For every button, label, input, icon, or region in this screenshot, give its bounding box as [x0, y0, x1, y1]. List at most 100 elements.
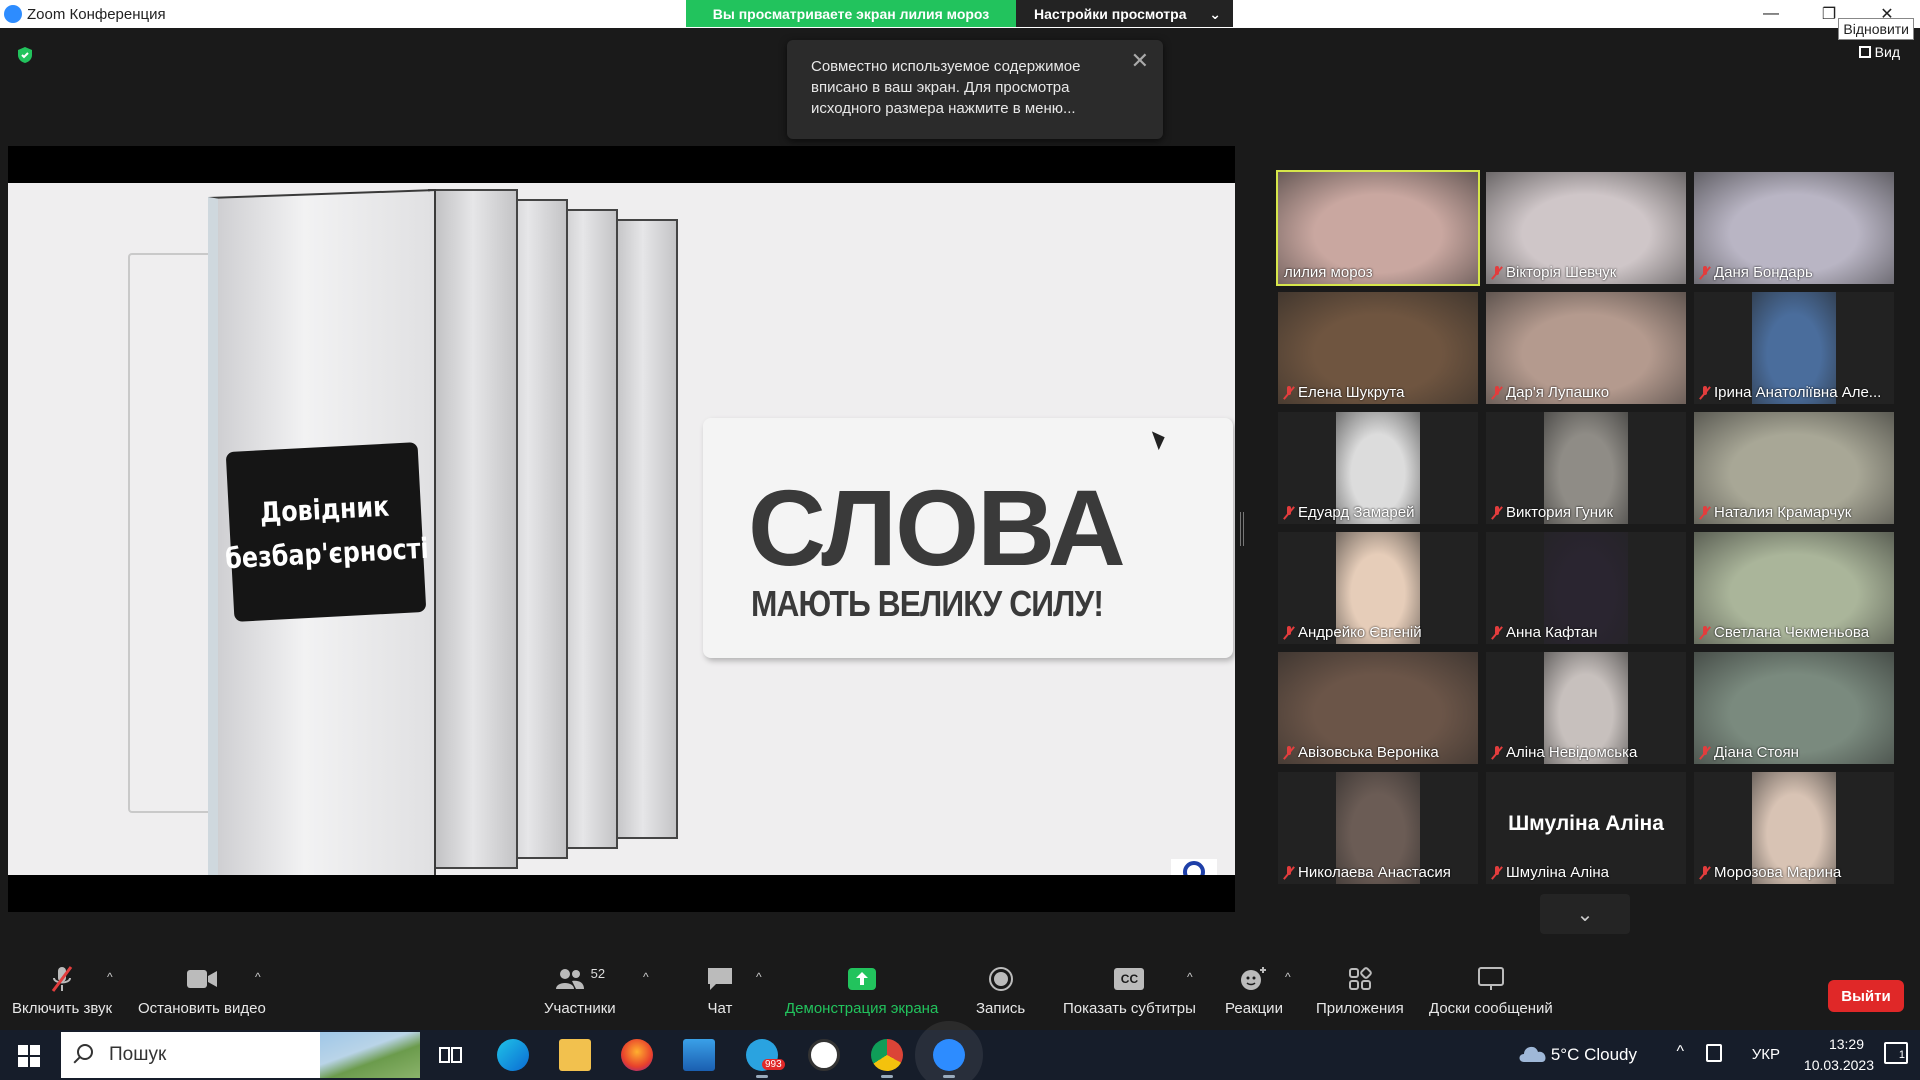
panel-splitter-handle[interactable]: [1240, 512, 1244, 546]
participant-name-text: Даня Бондарь: [1714, 264, 1813, 281]
fit-to-screen-notice: Совместно используемое содержимое вписан…: [787, 40, 1163, 139]
participant-name-text: Елена Шукрута: [1298, 384, 1405, 401]
slide-title: СЛОВА: [748, 467, 1126, 588]
participant-tile[interactable]: Аліна Невідомська: [1486, 652, 1686, 764]
windows-taskbar: Пошук 993 5°C Cloudy ^ УКР 13:29 10.03.2…: [0, 1021, 1920, 1080]
clock-time[interactable]: 13:29: [1829, 1036, 1864, 1052]
participant-tile[interactable]: Вікторія Шевчук: [1486, 172, 1686, 284]
participant-name-text: Анна Кафтан: [1506, 624, 1598, 641]
unmute-button[interactable]: Включить звук: [12, 964, 112, 1017]
view-settings-label: Настройки просмотра: [1034, 6, 1187, 22]
participant-tile[interactable]: Даня Бондарь: [1694, 172, 1894, 284]
chevron-down-icon: ⌄: [1209, 6, 1221, 22]
firefox-icon[interactable]: [621, 1039, 653, 1071]
mic-muted-icon: [1284, 865, 1294, 880]
presentation-slide: Довідник безбар'єрності СЛОВА МАЮТЬ ВЕЛИ…: [8, 183, 1235, 875]
participant-name-text: Вікторія Шевчук: [1506, 264, 1617, 281]
participant-name: Елена Шукрута: [1284, 384, 1404, 401]
task-view-icon[interactable]: [434, 1039, 466, 1071]
participant-tile[interactable]: Едуард Замарей: [1278, 412, 1478, 524]
audio-options-caret[interactable]: ^: [107, 970, 113, 984]
share-screen-button[interactable]: Демонстрация экрана: [785, 964, 938, 1017]
show-hidden-icons-chevron[interactable]: ^: [1676, 1043, 1684, 1061]
participant-tile[interactable]: Шмуліна Аліна Шмуліна Аліна: [1486, 772, 1686, 884]
minimize-button[interactable]: —: [1748, 0, 1794, 28]
participant-tile[interactable]: Елена Шукрута: [1278, 292, 1478, 404]
mic-muted-icon: [1284, 385, 1294, 400]
participant-name: Даня Бондарь: [1700, 264, 1813, 281]
chat-options-caret[interactable]: ^: [756, 970, 762, 984]
window-title: Zoom Конференция: [27, 6, 166, 23]
participant-name: Едуард Замарей: [1284, 504, 1414, 521]
participant-tile[interactable]: Светлана Чекменьова: [1694, 532, 1894, 644]
chat-label: Чат: [707, 1000, 733, 1017]
edge-browser-icon[interactable]: [497, 1039, 529, 1071]
participants-button[interactable]: 52 Участники: [544, 964, 616, 1018]
participants-options-caret[interactable]: ^: [643, 970, 649, 984]
shared-screen[interactable]: Довідник безбар'єрності СЛОВА МАЮТЬ ВЕЛИ…: [8, 146, 1235, 912]
apps-button[interactable]: Приложения: [1316, 964, 1404, 1017]
close-icon[interactable]: ✕: [1131, 50, 1149, 72]
cloud-weather-icon[interactable]: [1516, 1040, 1550, 1064]
share-screen-icon: [846, 964, 878, 994]
participant-name: Шмуліна Аліна: [1492, 864, 1609, 881]
chrome-icon[interactable]: [871, 1039, 903, 1078]
participant-name-text: Аліна Невідомська: [1506, 744, 1638, 761]
mic-muted-icon: [1492, 745, 1502, 760]
video-options-caret[interactable]: ^: [255, 970, 261, 984]
participant-name: Виктория Гуник: [1492, 504, 1613, 521]
participant-name-text: Едуард Замарей: [1298, 504, 1415, 521]
share-banner: Вы просматриваете экран лилия мороз Наст…: [686, 0, 1233, 27]
record-button[interactable]: Запись: [976, 964, 1025, 1017]
participant-tile[interactable]: Діана Стоян: [1694, 652, 1894, 764]
participant-tile[interactable]: Ірина Анатоліївна Але...: [1694, 292, 1894, 404]
gallery-next-page-button[interactable]: ⌄: [1540, 894, 1630, 934]
whiteboard-icon: [1475, 964, 1507, 994]
notifications-icon[interactable]: 1: [1884, 1042, 1908, 1064]
view-button[interactable]: Вид: [1858, 44, 1900, 60]
network-icon[interactable]: [1706, 1044, 1722, 1062]
photos-icon[interactable]: [683, 1039, 715, 1071]
viewing-screen-label: Вы просматриваете экран лилия мороз: [686, 0, 1016, 27]
participant-tile[interactable]: Авізовська Вероніка: [1278, 652, 1478, 764]
participant-tile[interactable]: Дар'я Лупашко: [1486, 292, 1686, 404]
search-icon: [77, 1044, 93, 1060]
view-settings-button[interactable]: Настройки просмотра ⌄: [1016, 0, 1233, 27]
file-explorer-icon[interactable]: [559, 1039, 591, 1071]
taskbar-search-box[interactable]: Пошук: [61, 1032, 420, 1078]
smiley-plus-icon: [1238, 964, 1270, 994]
input-language[interactable]: УКР: [1752, 1046, 1780, 1063]
search-placeholder: Пошук: [109, 1044, 167, 1065]
view-button-label: Вид: [1874, 44, 1900, 60]
reactions-button[interactable]: Реакции: [1225, 964, 1283, 1017]
mic-muted-icon: [1492, 505, 1502, 520]
clock-date[interactable]: 10.03.2023: [1804, 1057, 1874, 1073]
apps-icon: [1344, 964, 1376, 994]
participant-name: Вікторія Шевчук: [1492, 264, 1616, 281]
telegram-icon[interactable]: 993: [746, 1039, 785, 1078]
participant-tile[interactable]: Виктория Гуник: [1486, 412, 1686, 524]
weather-text[interactable]: 5°C Cloudy: [1551, 1045, 1637, 1065]
participant-tile[interactable]: лилия мороз: [1276, 170, 1480, 286]
participant-name-text: Морозова Марина: [1714, 864, 1842, 881]
show-captions-button[interactable]: CC Показать субтитры: [1063, 964, 1196, 1017]
chat-button[interactable]: Чат: [704, 964, 736, 1017]
search-highlight-image: [320, 1032, 420, 1078]
shield-icon[interactable]: [16, 46, 34, 64]
participant-tile[interactable]: Морозова Марина: [1694, 772, 1894, 884]
participant-tile[interactable]: Николаева Анастасия: [1278, 772, 1478, 884]
leave-meeting-button[interactable]: Выйти: [1828, 980, 1904, 1012]
whiteboards-button[interactable]: Доски сообщений: [1429, 964, 1553, 1017]
zoom-taskbar-icon[interactable]: [915, 1021, 983, 1080]
media-player-icon[interactable]: [808, 1039, 840, 1071]
closed-captions-icon: CC: [1113, 964, 1145, 994]
reactions-options-caret[interactable]: ^: [1285, 970, 1291, 984]
stop-video-button[interactable]: Остановить видео: [138, 964, 266, 1017]
participant-tile[interactable]: Андрейко Євгеній: [1278, 532, 1478, 644]
participant-name: Анна Кафтан: [1492, 624, 1598, 641]
participant-tile[interactable]: Наталия Крамарчук: [1694, 412, 1894, 524]
binder-spine: [428, 189, 518, 869]
participant-tile[interactable]: Анна Кафтан: [1486, 532, 1686, 644]
captions-options-caret[interactable]: ^: [1187, 970, 1193, 984]
windows-start-icon[interactable]: [18, 1045, 40, 1067]
